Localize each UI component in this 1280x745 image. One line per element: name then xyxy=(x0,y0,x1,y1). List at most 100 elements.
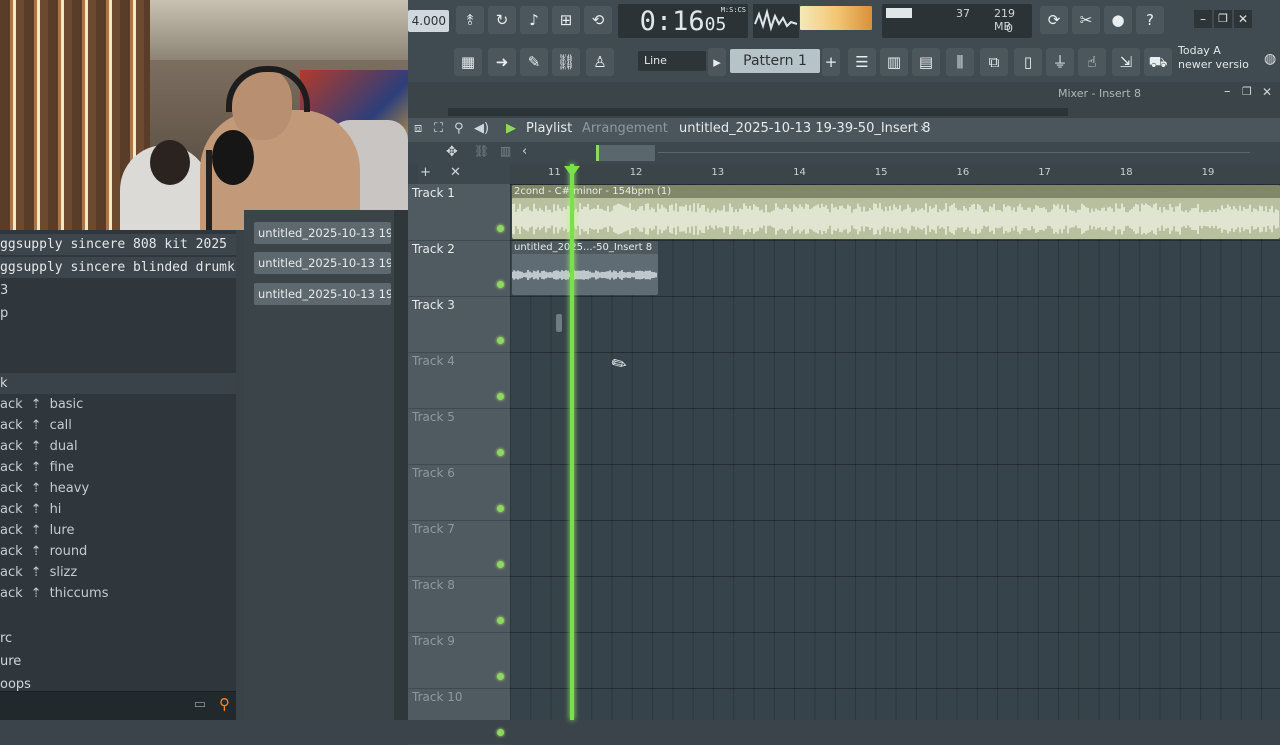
metronome-icon[interactable]: ⥉ xyxy=(456,6,484,34)
sample-item[interactable]: ack ⇡ lure xyxy=(0,520,236,541)
play-pattern-icon[interactable]: ▸ xyxy=(708,48,726,76)
globe-icon[interactable]: ◍ xyxy=(1264,52,1276,66)
plugin-icon[interactable]: ⏚ xyxy=(1046,48,1074,76)
pattern-selector[interactable]: Pattern 1 xyxy=(730,49,820,73)
track-mute-led[interactable] xyxy=(497,617,504,624)
playhead-marker-icon[interactable] xyxy=(564,166,580,177)
track-mute-led[interactable] xyxy=(497,561,504,568)
browser-item[interactable]: rc xyxy=(0,628,236,649)
minimize-icon[interactable]: – xyxy=(1224,84,1231,99)
sample-item[interactable]: ack ⇡ thiccums xyxy=(0,583,236,604)
microphone-icon[interactable]: ● xyxy=(1104,6,1132,34)
link-icon[interactable]: ⛓ xyxy=(474,144,489,158)
sample-item[interactable]: ack ⇡ round xyxy=(0,541,236,562)
step-sequencer-icon[interactable]: ▤ xyxy=(912,48,940,76)
cart-icon[interactable]: ⛟ xyxy=(1144,48,1172,76)
maximize-icon[interactable]: ❐ xyxy=(1214,10,1232,28)
close-icon[interactable]: ✕ xyxy=(1262,85,1272,99)
chevron-right-icon[interactable]: › xyxy=(920,121,925,136)
typing-keyboard-icon[interactable]: ⊞ xyxy=(552,6,580,34)
track-header[interactable]: Track 1 xyxy=(408,184,510,241)
channel-rack-icon[interactable]: ▥ xyxy=(880,48,908,76)
file-item[interactable]: untitled_2025-10-13 19-... xyxy=(254,283,391,305)
arrow-icon[interactable]: ➜ xyxy=(488,48,516,76)
track-header[interactable]: Track 3 xyxy=(408,296,510,353)
track-header[interactable]: Track 9 xyxy=(408,632,510,689)
track-mute-led[interactable] xyxy=(497,225,504,232)
close-icon[interactable]: ✕ xyxy=(1234,10,1252,28)
audio-clip-track2[interactable]: untitled_2025...-50_Insert 8 xyxy=(512,241,658,295)
horizontal-scroll-track[interactable] xyxy=(658,152,1250,153)
time-display[interactable]: 0:1605 M:S:CS xyxy=(618,4,748,38)
browser-folder-drumkit[interactable]: ggsupply sincere blinded drumkit xyxy=(0,257,236,278)
file-icon[interactable]: ▯ xyxy=(1014,48,1042,76)
sample-item[interactable]: ack ⇡ hi xyxy=(0,499,236,520)
folder-icon[interactable]: ▭ xyxy=(194,697,206,712)
track-header[interactable]: Track 7 xyxy=(408,520,510,577)
audio-clip-track1[interactable]: 2cond - C# minor - 154bpm (1) xyxy=(512,185,1280,239)
brush-icon[interactable]: ✎ xyxy=(520,48,548,76)
browser-search-bar[interactable]: ▭ ⚲ xyxy=(0,691,236,720)
track-mute-led[interactable] xyxy=(497,449,504,456)
mixer-icon[interactable]: ⫼ xyxy=(946,48,974,76)
news-panel[interactable]: Today A newer versio ◍ xyxy=(1178,44,1278,78)
play-arrow-icon[interactable]: ▶ xyxy=(506,121,516,136)
help-icon[interactable]: ? xyxy=(1136,6,1164,34)
browser-scrollbar[interactable] xyxy=(236,230,244,720)
snap-icon[interactable]: ⧈ xyxy=(414,121,422,136)
track-mute-led[interactable] xyxy=(497,729,504,736)
zoom-icon[interactable]: ⚲ xyxy=(454,121,464,136)
piano-roll-icon[interactable]: ▦ xyxy=(454,48,482,76)
playlist-icon[interactable]: ☰ xyxy=(848,48,876,76)
stamp-icon[interactable]: ♙ xyxy=(586,48,614,76)
playlist-grid[interactable]: 2cond - C# minor - 154bpm (1) untitled_2… xyxy=(510,184,1280,720)
track-mute-led[interactable] xyxy=(497,337,504,344)
touch-icon[interactable]: ☝ xyxy=(1078,48,1106,76)
track-mute-led[interactable] xyxy=(497,281,504,288)
sample-item[interactable]: ack ⇡ dual xyxy=(0,436,236,457)
track-header[interactable]: Track 8 xyxy=(408,576,510,633)
browser-item[interactable]: 3 xyxy=(0,280,236,301)
track-header[interactable]: Track 4 xyxy=(408,352,510,409)
scroll-left-icon[interactable]: ‹ xyxy=(522,144,527,159)
sample-item[interactable]: ack ⇡ slizz xyxy=(0,562,236,583)
panel-scrollbar[interactable] xyxy=(394,210,408,720)
search-icon[interactable]: ⚲ xyxy=(219,695,230,713)
track-mute-led[interactable] xyxy=(497,673,504,680)
sample-item[interactable]: ack ⇡ fine xyxy=(0,457,236,478)
track-mute-led[interactable] xyxy=(497,393,504,400)
speaker-icon[interactable]: ◀) xyxy=(474,121,489,136)
snap-mode-select[interactable]: Line xyxy=(638,51,706,71)
delete-track-icon[interactable]: ✕ xyxy=(450,165,461,180)
track-header[interactable]: Track 2 xyxy=(408,240,510,297)
sample-item[interactable]: ack ⇡ heavy xyxy=(0,478,236,499)
horizontal-scroll-thumb[interactable] xyxy=(596,145,655,161)
file-item[interactable]: untitled_2025-10-13 19-... xyxy=(254,252,391,274)
track-mute-led[interactable] xyxy=(497,505,504,512)
track-header[interactable]: Track 5 xyxy=(408,408,510,465)
undo-icon[interactable]: ⟳ xyxy=(1040,6,1068,34)
file-item[interactable]: untitled_2025-10-13 19-... xyxy=(254,222,391,244)
browser-tree-icon[interactable]: ⧉ xyxy=(980,48,1008,76)
wait-input-icon[interactable]: ⟲ xyxy=(584,6,612,34)
tempo-display[interactable]: 4.000 xyxy=(408,10,449,32)
clip-handle[interactable] xyxy=(556,314,562,332)
maximize-icon[interactable]: ❐ xyxy=(1242,85,1252,98)
move-icon[interactable]: ✥ xyxy=(446,144,458,160)
browser-item[interactable]: p xyxy=(0,303,236,324)
browser-item[interactable]: ure xyxy=(0,651,236,672)
track-header[interactable]: Track 6 xyxy=(408,464,510,521)
add-track-icon[interactable]: + xyxy=(420,165,431,180)
fullscreen-icon[interactable]: ⛶ xyxy=(434,121,443,136)
minimize-icon[interactable]: – xyxy=(1194,10,1212,28)
export-icon[interactable]: ⇲ xyxy=(1112,48,1140,76)
link-icon[interactable]: ⛓ xyxy=(552,48,580,76)
loop-record-icon[interactable]: ↻ xyxy=(488,6,516,34)
project-name[interactable]: untitled_2025-10-13 19-39-50_Insert 8 xyxy=(679,121,931,136)
step-edit-icon[interactable]: ♪ xyxy=(520,6,548,34)
browser-folder-808kit[interactable]: ggsupply sincere 808 kit 2025 xyxy=(0,234,236,255)
sample-item[interactable]: ack ⇡ call xyxy=(0,415,236,436)
add-pattern-icon[interactable]: + xyxy=(822,48,840,76)
grid-icon[interactable]: ▥ xyxy=(500,144,511,158)
sample-item[interactable]: ack ⇡ basic xyxy=(0,394,236,415)
